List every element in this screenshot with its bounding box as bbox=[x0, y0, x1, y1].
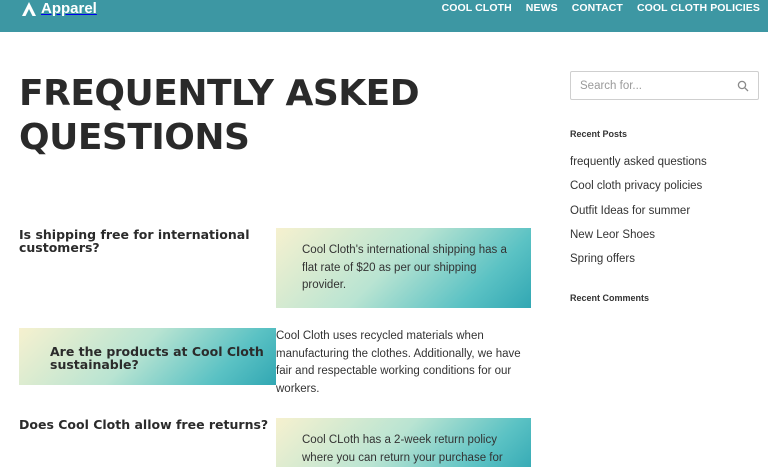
main-nav: COOL CLOTH NEWS CONTACT COOL CLOTH POLIC… bbox=[442, 2, 760, 14]
recent-posts-list: frequently asked questions Cool cloth pr… bbox=[570, 150, 707, 271]
brand-link[interactable]: Apparel bbox=[21, 1, 97, 17]
list-item: New Leor Shoes bbox=[570, 223, 707, 247]
recent-post-link[interactable]: New Leor Shoes bbox=[570, 229, 655, 241]
recent-post-link[interactable]: Outfit Ideas for summer bbox=[570, 205, 690, 217]
faq-question: Does Cool Cloth allow free returns? bbox=[19, 417, 269, 432]
nav-link-cool-cloth-policies[interactable]: COOL CLOTH POLICIES bbox=[637, 2, 760, 14]
page-title: FREQUENTLY ASKED QUESTIONS bbox=[19, 73, 420, 158]
search-icon[interactable] bbox=[737, 80, 749, 92]
recent-post-link[interactable]: Cool cloth privacy policies bbox=[570, 180, 702, 192]
faq-question: Are the products at Cool Cloth sustainab… bbox=[50, 344, 264, 372]
brand-name: Apparel bbox=[41, 0, 97, 17]
faq-answer: Cool Cloth's international shipping has … bbox=[302, 244, 507, 291]
recent-post-link[interactable]: frequently asked questions bbox=[570, 156, 707, 168]
list-item: Cool cloth privacy policies bbox=[570, 174, 707, 198]
nav-link-cool-cloth[interactable]: COOL CLOTH bbox=[442, 2, 512, 14]
apparel-logo-icon bbox=[22, 2, 36, 16]
nav-link-news[interactable]: NEWS bbox=[526, 2, 558, 14]
recent-posts-title: Recent Posts bbox=[570, 129, 628, 139]
nav-link-contact[interactable]: CONTACT bbox=[572, 2, 623, 14]
faq-answer: Cool CLoth has a 2-week return policy wh… bbox=[302, 434, 503, 464]
search-box bbox=[570, 71, 759, 100]
list-item: Spring offers bbox=[570, 247, 707, 271]
list-item: frequently asked questions bbox=[570, 150, 707, 174]
search-input[interactable] bbox=[571, 72, 731, 99]
faq-answer: Cool Cloth uses recycled materials when … bbox=[276, 330, 521, 395]
recent-post-link[interactable]: Spring offers bbox=[570, 253, 635, 265]
faq-question: Is shipping free for international custo… bbox=[19, 227, 250, 255]
recent-comments-title: Recent Comments bbox=[570, 293, 650, 303]
site-header: Apparel COOL CLOTH NEWS CONTACT COOL CLO… bbox=[0, 0, 768, 32]
list-item: Outfit Ideas for summer bbox=[570, 199, 707, 223]
